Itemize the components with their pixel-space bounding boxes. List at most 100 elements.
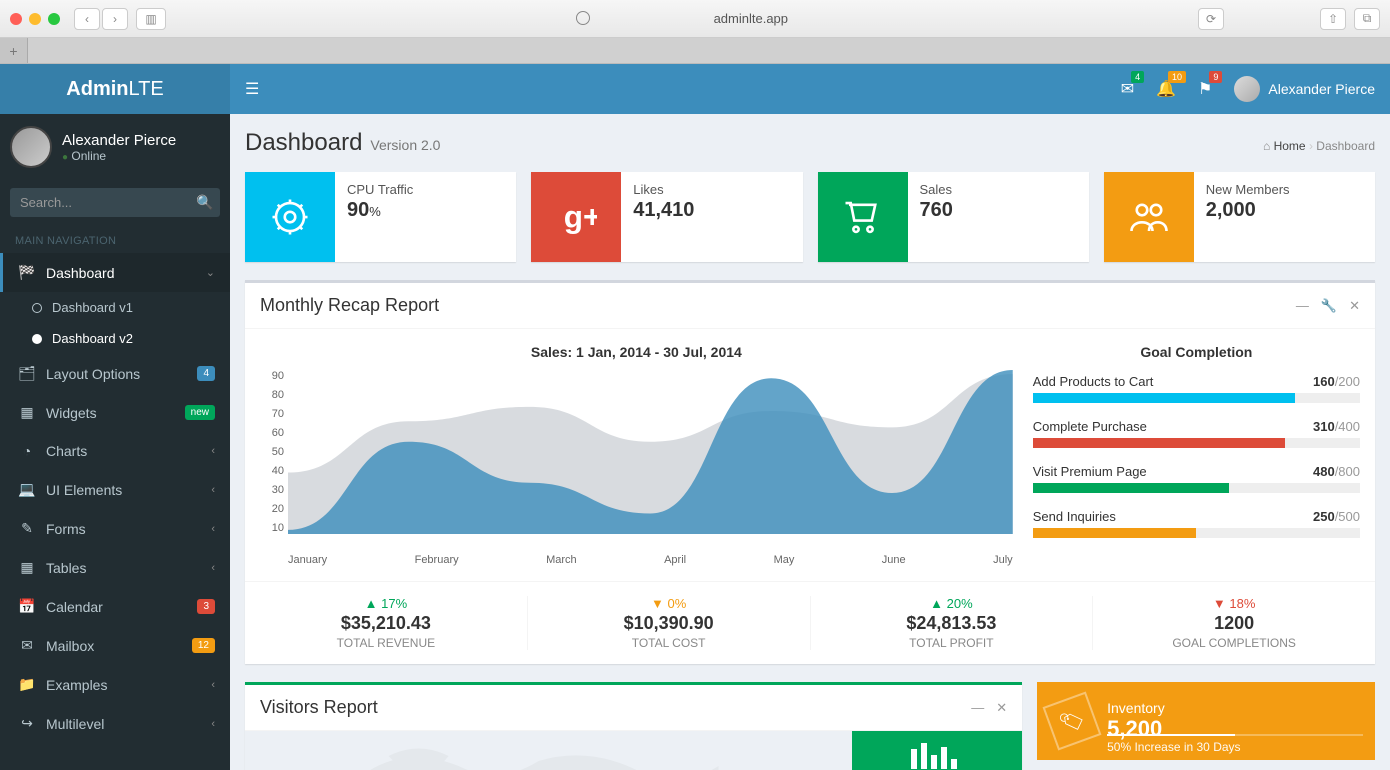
info-icon [818, 172, 908, 262]
url-bar[interactable]: adminlte.app [174, 11, 1190, 26]
collapse-button[interactable]: — [1296, 298, 1309, 314]
sidebar-item-widgets[interactable]: ▦Widgetsnew [0, 393, 230, 432]
info-box[interactable]: CPU Traffic 90% [245, 172, 516, 262]
browser-chrome: ‹ › ▥ adminlte.app ⟳ ⇧ ⧉ [0, 0, 1390, 38]
sidebar-item-charts[interactable]: ◔Charts‹ [0, 432, 230, 470]
goal-item: Send Inquiries250/500 [1033, 509, 1360, 538]
user-panel[interactable]: Alexander Pierce ● Online [0, 114, 230, 180]
sidebar-item-multilevel[interactable]: ↪Multilevel‹ [0, 704, 230, 743]
chevron-left-icon: ‹ [211, 562, 215, 574]
sidebar-subitem-dashboard-v2[interactable]: Dashboard v2 [0, 323, 230, 354]
nav-header: MAIN NAVIGATION [0, 225, 230, 253]
site-settings-icon[interactable] [576, 11, 590, 25]
forward-button[interactable]: › [102, 8, 128, 30]
sidebar-subitem-dashboard-v1[interactable]: Dashboard v1 [0, 292, 230, 323]
box-visitors: Visitors Report — ✕ [245, 682, 1022, 770]
tag-icon: 🏷 [1043, 692, 1102, 751]
calendar-icon: 📅 [18, 598, 36, 615]
search-icon[interactable]: 🔍 [196, 194, 213, 211]
goals-title: Goal Completion [1033, 344, 1360, 360]
laptop-icon: 💻 [18, 481, 36, 498]
edit-icon: ✎ [18, 520, 36, 537]
stat-block: ▲ 17% $35,210.43 TOTAL REVENUE [245, 596, 528, 650]
info-box[interactable]: New Members 2,000 [1104, 172, 1375, 262]
hamburger-icon[interactable]: ☰ [245, 79, 259, 99]
sidebar-item-layout[interactable]: 🗂Layout Options4 [0, 354, 230, 393]
svg-text:g+: g+ [564, 199, 597, 235]
map-icon [245, 731, 852, 770]
sidebar-item-label: Tables [46, 560, 86, 576]
info-box[interactable]: Sales 760 [818, 172, 1089, 262]
messages-icon[interactable]: ✉4 [1121, 79, 1134, 99]
chevron-left-icon: ‹ [211, 484, 215, 496]
small-box-sub: 50% Increase in 30 Days [1107, 740, 1240, 754]
badge: new [185, 405, 215, 420]
reload-button[interactable]: ⟳ [1198, 8, 1224, 30]
info-value: 41,410 [633, 199, 694, 222]
breadcrumb: ⌂ Home › Dashboard [1263, 139, 1375, 153]
close-window-icon[interactable] [10, 13, 22, 25]
sidebar-item-label: Layout Options [46, 366, 140, 382]
maximize-window-icon[interactable] [48, 13, 60, 25]
box-title: Monthly Recap Report [260, 295, 439, 316]
world-map[interactable] [245, 731, 852, 770]
notifications-icon[interactable]: 🔔10 [1156, 79, 1176, 99]
search-box[interactable]: 🔍 [10, 188, 220, 217]
sidebar-item-tables[interactable]: ▦Tables‹ [0, 548, 230, 587]
sidebar: AdminLTE Alexander Pierce ● Online 🔍 MAI… [0, 64, 230, 770]
box-monthly-recap: Monthly Recap Report — 🔧 ✕ Sales: 1 Jan,… [245, 280, 1375, 664]
breadcrumb-current: Dashboard [1316, 139, 1375, 153]
tabs-button[interactable]: ⧉ [1354, 8, 1380, 30]
small-box-inventory[interactable]: 🏷 Inventory 5,200 50% Increase in 30 Day… [1037, 682, 1375, 760]
pie-icon: ◔ [18, 443, 36, 459]
box-title: Visitors Report [260, 697, 378, 718]
sidebar-item-label: Charts [46, 443, 87, 459]
share-icon: ↪ [18, 715, 36, 732]
sidebar-item-examples[interactable]: 📁 Examples ‹ [0, 665, 230, 704]
info-value: 760 [920, 199, 953, 222]
small-box-label: Inventory [1107, 700, 1165, 716]
sidebar-item-dashboard[interactable]: 🏁 Dashboard ⌄ [0, 253, 230, 292]
sidebar-item-mailbox[interactable]: ✉Mailbox12 [0, 626, 230, 665]
page-title: Dashboard [245, 129, 362, 157]
close-button[interactable]: ✕ [1349, 298, 1360, 314]
info-box[interactable]: g+ Likes 41,410 [531, 172, 802, 262]
sidebar-item-ui[interactable]: 💻 UI Elements ‹ [0, 470, 230, 509]
folder-icon: 📁 [18, 676, 36, 693]
th-icon: ▦ [18, 404, 36, 421]
avatar [1234, 76, 1260, 102]
close-button[interactable]: ✕ [996, 700, 1007, 716]
user-menu[interactable]: Alexander Pierce [1234, 76, 1375, 102]
chevron-left-icon: ‹ [211, 679, 215, 691]
back-button[interactable]: ‹ [74, 8, 100, 30]
sidebar-item-calendar[interactable]: 📅Calendar3 [0, 587, 230, 626]
share-button[interactable]: ⇧ [1320, 8, 1346, 30]
topbar: ☰ ✉4 🔔10 ⚑9 Alexander Pierce [230, 64, 1390, 114]
breadcrumb-home[interactable]: Home [1274, 139, 1306, 153]
info-label: Sales [920, 182, 953, 197]
sidebar-item-forms[interactable]: ✎Forms‹ [0, 509, 230, 548]
files-icon: 🗂 [18, 365, 36, 382]
sidebar-item-label: UI Elements [46, 482, 122, 498]
sidebar-item-label: Mailbox [46, 638, 94, 654]
home-icon: ⌂ [1263, 139, 1270, 153]
stat-block: ▼ 18% 1200 GOAL COMPLETIONS [1093, 596, 1375, 650]
traffic-lights [10, 13, 60, 25]
chevron-down-icon: ⌄ [206, 266, 215, 279]
logo[interactable]: AdminLTE [0, 64, 230, 114]
search-input[interactable] [20, 195, 196, 210]
new-tab-button[interactable]: + [0, 38, 28, 63]
stat-block: ▼ 0% $10,390.90 TOTAL COST [528, 596, 811, 650]
settings-button[interactable]: 🔧 [1321, 298, 1337, 314]
goal-item: Visit Premium Page480/800 [1033, 464, 1360, 493]
info-value: 90% [347, 199, 413, 222]
collapse-button[interactable]: — [971, 700, 984, 716]
minimize-window-icon[interactable] [29, 13, 41, 25]
sidebar-item-label: Dashboard [46, 265, 115, 281]
page-header: Dashboard Version 2.0 ⌂ Home › Dashboard [245, 129, 1375, 157]
tasks-icon[interactable]: ⚑9 [1198, 79, 1212, 99]
mail-icon: ✉ [18, 637, 36, 654]
sidebar-item-label: Multilevel [46, 716, 104, 732]
sidebar-toggle-icon[interactable]: ▥ [136, 8, 166, 30]
sidebar-item-label: Examples [46, 677, 107, 693]
